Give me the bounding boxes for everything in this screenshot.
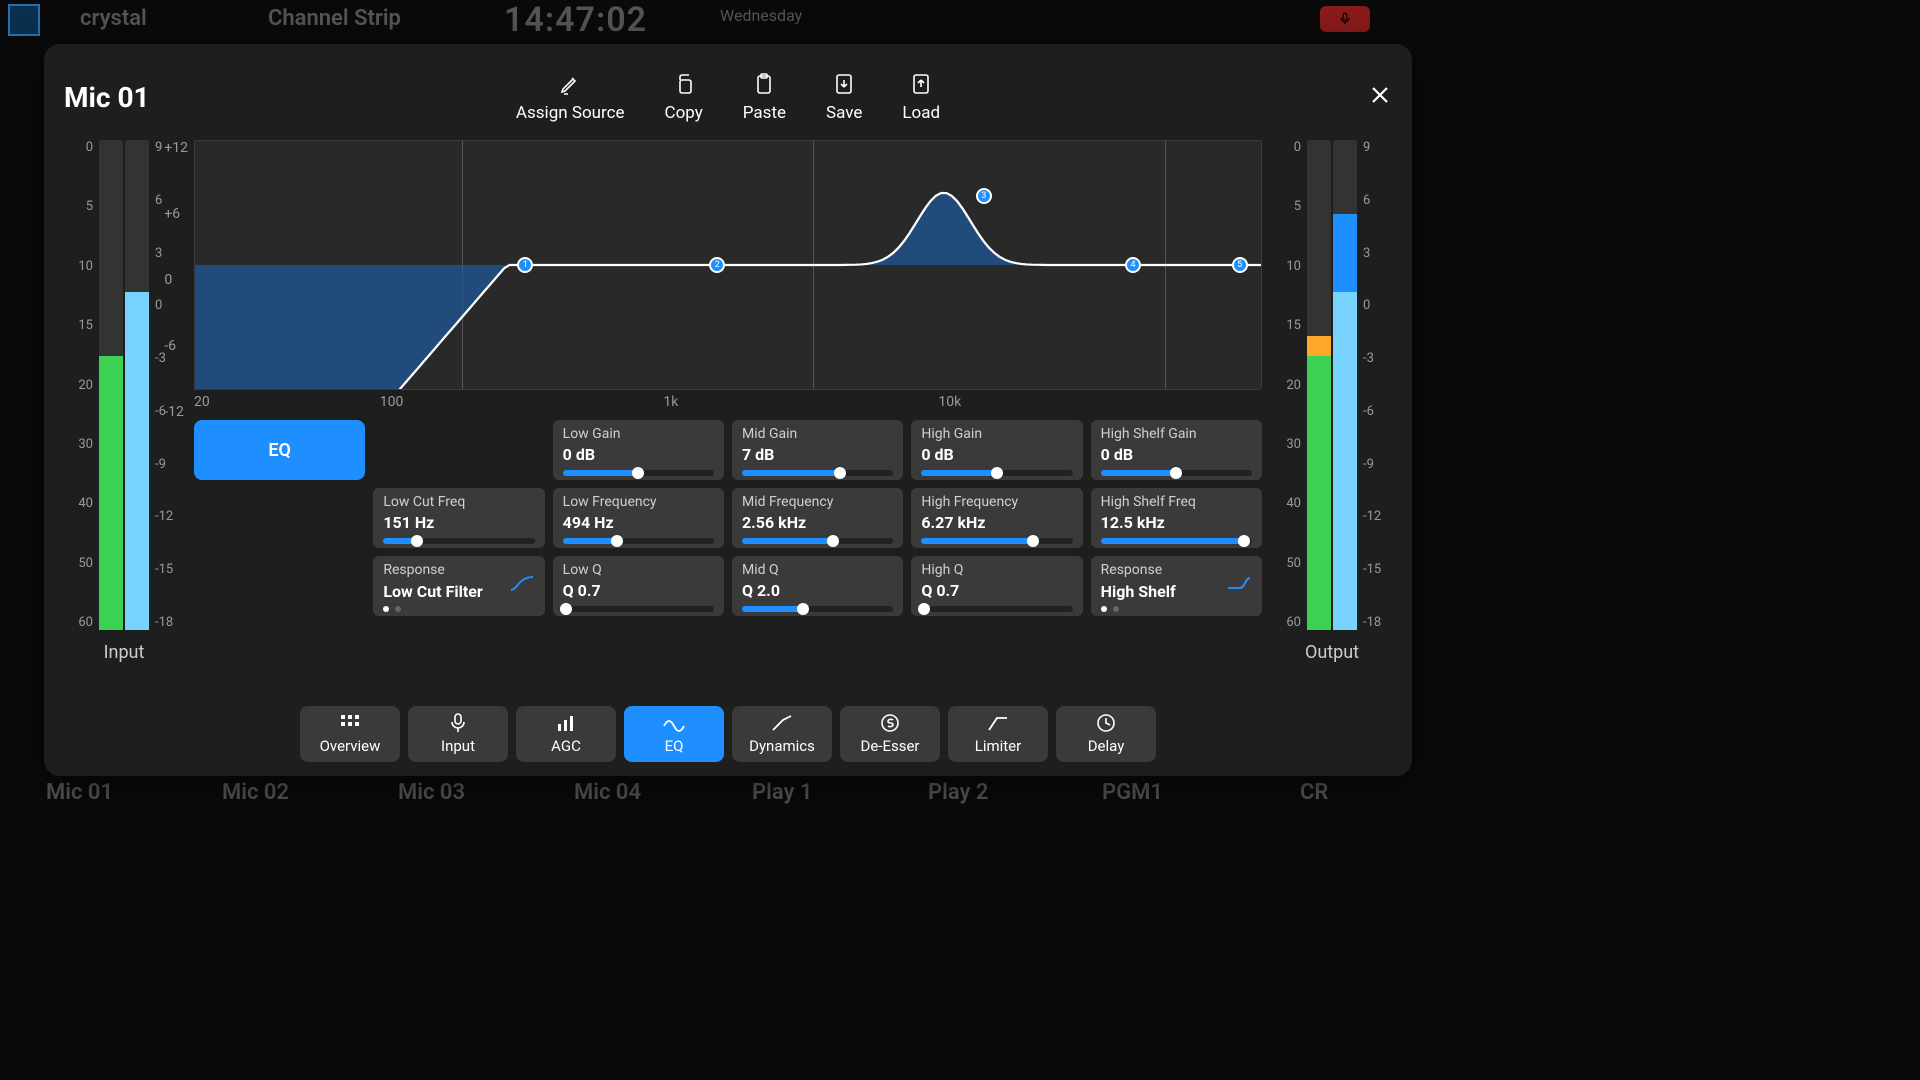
param-slider[interactable] xyxy=(563,470,714,476)
param-low-gain[interactable]: Low Gain0 dB xyxy=(553,420,724,480)
eq-param-grid: EQ Low Gain0 dBMid Gain7 dBHigh Gain0 dB… xyxy=(194,420,1262,616)
overview-icon xyxy=(340,713,360,733)
tab-agc[interactable]: AGC xyxy=(516,706,616,762)
param-slider[interactable] xyxy=(563,606,714,612)
channel-title: Mic 01 xyxy=(64,81,464,114)
paste-icon xyxy=(751,71,777,97)
param-slider[interactable] xyxy=(742,606,893,612)
input-icon xyxy=(449,713,467,733)
param-response[interactable]: ResponseLow Cut Filter xyxy=(373,556,544,616)
dynamics-icon xyxy=(771,713,793,733)
input-bar-2 xyxy=(125,140,149,630)
eq-icon xyxy=(662,713,686,733)
bg-ch6: PGM1 xyxy=(1102,780,1163,805)
bg-ch2: Mic 03 xyxy=(398,780,465,805)
close-icon xyxy=(1368,83,1392,107)
delay-icon xyxy=(1096,713,1116,733)
param-response[interactable]: ResponseHigh Shelf xyxy=(1091,556,1262,616)
tab-eq[interactable]: EQ xyxy=(624,706,724,762)
param-slider[interactable] xyxy=(742,538,893,544)
param-slider[interactable] xyxy=(921,470,1072,476)
eq-node-2[interactable]: 2 xyxy=(709,257,725,273)
output-meter: 0510152030405060 9630-3-6-9-12-15-18 Out… xyxy=(1272,140,1392,762)
copy-icon xyxy=(671,71,697,97)
eq-toggle-button[interactable]: EQ xyxy=(194,420,365,480)
param-low-frequency[interactable]: Low Frequency494 Hz xyxy=(553,488,724,548)
tab-deesser[interactable]: De-Esser xyxy=(840,706,940,762)
bg-ch0: Mic 01 xyxy=(46,780,113,805)
bg-day: Wednesday xyxy=(720,6,802,25)
bg-ch7: CR xyxy=(1300,780,1328,805)
agc-icon xyxy=(556,713,576,733)
tab-delay[interactable]: Delay xyxy=(1056,706,1156,762)
record-indicator xyxy=(1320,6,1370,32)
save-icon xyxy=(831,71,857,97)
bg-ch4: Play 1 xyxy=(752,780,812,805)
input-bar-1 xyxy=(99,140,123,630)
bg-clock: 14:47:02 xyxy=(504,0,647,40)
output-bar-1 xyxy=(1307,140,1331,630)
output-meter-label: Output xyxy=(1305,642,1359,663)
tab-overview[interactable]: Overview xyxy=(300,706,400,762)
load-button[interactable]: Load xyxy=(902,71,940,123)
param-slider[interactable] xyxy=(563,538,714,544)
toolbar: Assign Source Copy Paste Save Load xyxy=(464,71,992,123)
eq-graph[interactable]: +12+60-6-12 12345 201001k10k xyxy=(194,140,1262,420)
param-high-shelf-freq[interactable]: High Shelf Freq12.5 kHz xyxy=(1091,488,1262,548)
bg-ch5: Play 2 xyxy=(928,780,988,805)
copy-button[interactable]: Copy xyxy=(665,71,703,123)
param-slider[interactable] xyxy=(1101,538,1252,544)
eq-node-5[interactable]: 5 xyxy=(1232,257,1248,273)
bg-ch3: Mic 04 xyxy=(574,780,641,805)
param-slider[interactable] xyxy=(742,470,893,476)
param-low-q[interactable]: Low QQ 0.7 xyxy=(553,556,724,616)
bg-ch1: Mic 02 xyxy=(222,780,289,805)
param-mid-frequency[interactable]: Mid Frequency2.56 kHz xyxy=(732,488,903,548)
eq-node-4[interactable]: 4 xyxy=(1125,257,1141,273)
processing-tabs: OverviewInputAGCEQDynamicsDe-EsserLimite… xyxy=(194,692,1262,762)
assign-source-button[interactable]: Assign Source xyxy=(516,71,625,123)
bg-viewname: Channel Strip xyxy=(268,6,401,31)
param-slider[interactable] xyxy=(1101,470,1252,476)
param-slider[interactable] xyxy=(383,538,534,544)
input-meter-label: Input xyxy=(104,642,145,663)
tab-input[interactable]: Input xyxy=(408,706,508,762)
output-bar-2 xyxy=(1333,140,1357,630)
param-low-cut-freq[interactable]: Low Cut Freq151 Hz xyxy=(373,488,544,548)
deesser-icon xyxy=(880,713,900,733)
highshelf-icon xyxy=(1226,574,1252,596)
param-high-shelf-gain[interactable]: High Shelf Gain0 dB xyxy=(1091,420,1262,480)
param-slider[interactable] xyxy=(921,606,1072,612)
limiter-icon xyxy=(987,713,1009,733)
save-button[interactable]: Save xyxy=(826,71,862,123)
lowcut-icon xyxy=(509,574,535,596)
tab-limiter[interactable]: Limiter xyxy=(948,706,1048,762)
param-slider[interactable] xyxy=(921,538,1072,544)
param-high-frequency[interactable]: High Frequency6.27 kHz xyxy=(911,488,1082,548)
bg-appname: crystal xyxy=(80,6,147,31)
paste-button[interactable]: Paste xyxy=(743,71,786,123)
eq-node-3[interactable]: 3 xyxy=(976,188,992,204)
load-icon xyxy=(908,71,934,97)
close-button[interactable] xyxy=(1368,83,1392,111)
tab-dynamics[interactable]: Dynamics xyxy=(732,706,832,762)
param-high-gain[interactable]: High Gain0 dB xyxy=(911,420,1082,480)
channel-strip-modal: Mic 01 Assign Source Copy Paste Save Loa… xyxy=(44,44,1412,776)
pencil-icon xyxy=(557,71,583,97)
param-mid-gain[interactable]: Mid Gain7 dB xyxy=(732,420,903,480)
app-logo xyxy=(8,4,40,36)
param-high-q[interactable]: High QQ 0.7 xyxy=(911,556,1082,616)
param-mid-q[interactable]: Mid QQ 2.0 xyxy=(732,556,903,616)
eq-node-1[interactable]: 1 xyxy=(517,257,533,273)
